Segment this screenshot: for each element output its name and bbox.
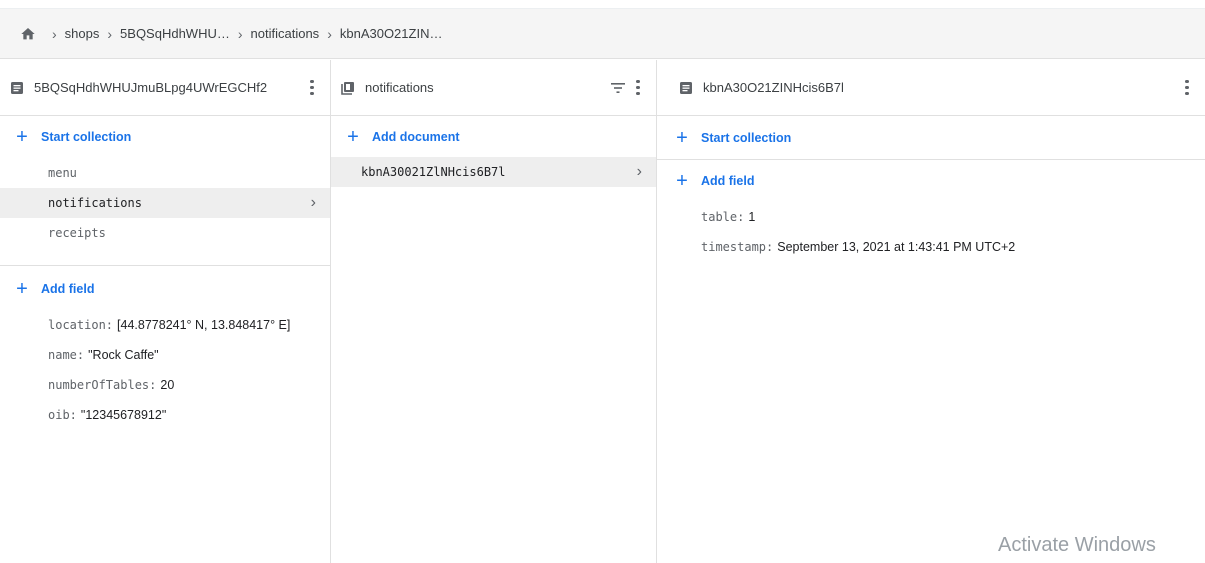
plus-icon: +: [676, 126, 688, 149]
start-collection-button[interactable]: + Start collection: [0, 116, 330, 158]
add-field-button[interactable]: + Add field: [657, 160, 1205, 202]
field-key: name:: [48, 348, 85, 362]
document-panel: kbnA30O21ZINHcis6B7l + Start collection …: [657, 60, 1205, 563]
start-collection-button[interactable]: + Start collection: [657, 116, 1205, 160]
chevron-right-icon: ›: [52, 25, 57, 42]
field-name[interactable]: name: "Rock Caffe": [0, 340, 330, 370]
panel-header: notifications: [331, 60, 656, 116]
panel-title: kbnA30O21ZINHcis6B7l: [703, 80, 844, 95]
start-collection-label: Start collection: [41, 130, 132, 144]
chevron-right-icon: ›: [327, 25, 332, 42]
home-icon[interactable]: [20, 26, 36, 42]
panel-header: kbnA30O21ZINHcis6B7l: [657, 60, 1205, 116]
top-strip: [0, 0, 1205, 9]
plus-icon: +: [347, 126, 359, 148]
start-collection-label: Start collection: [701, 130, 792, 145]
breadcrumb-shop-doc[interactable]: 5BQSqHdhWHU…: [120, 26, 230, 41]
chevron-right-icon: ›: [636, 163, 642, 180]
section-divider: [0, 265, 330, 266]
panel-title: 5BQSqHdhWHUJmuBLpg4UWrEGCHf2: [34, 80, 268, 95]
field-value: "12345678912": [80, 408, 167, 422]
breadcrumb-notifications[interactable]: notifications: [251, 26, 320, 41]
activation-watermark: Activate Windows: [998, 534, 1156, 556]
collection-item-receipts[interactable]: receipts: [0, 218, 330, 248]
document-icon: [680, 81, 692, 94]
field-key: location:: [48, 318, 114, 332]
document-icon: [11, 81, 23, 94]
field-number-of-tables[interactable]: numberOfTables: 20: [0, 370, 330, 400]
data-panels: 5BQSqHdhWHUJmuBLpg4UWrEGCHf2 + Start col…: [0, 60, 1205, 563]
panel-title: notifications: [365, 80, 434, 95]
collection-label: notifications: [48, 196, 142, 210]
chevron-right-icon: ›: [237, 25, 243, 42]
collection-label: receipts: [48, 226, 106, 240]
document-label: kbnA30021ZlNHcis6B7l: [361, 165, 506, 179]
add-field-label: Add field: [41, 282, 95, 296]
add-field-button[interactable]: + Add field: [0, 268, 330, 310]
field-location[interactable]: location: [44.8778241° N, 13.848417° E]: [0, 310, 330, 340]
field-value: September 13, 2021 at 1:43:41 PM UTC+2: [777, 240, 1016, 254]
breadcrumb-shops[interactable]: shops: [65, 26, 100, 41]
field-key: oib:: [48, 408, 77, 422]
document-item[interactable]: kbnA30021ZlNHcis6B7l ›: [331, 157, 656, 187]
add-document-button[interactable]: + Add document: [331, 116, 656, 158]
panel-header: 5BQSqHdhWHUJmuBLpg4UWrEGCHf2: [0, 60, 330, 116]
field-oib[interactable]: oib: "12345678912": [0, 400, 330, 430]
more-options-icon[interactable]: [306, 76, 318, 100]
add-document-label: Add document: [372, 130, 460, 144]
plus-icon: +: [676, 170, 688, 192]
parent-document-panel: 5BQSqHdhWHUJmuBLpg4UWrEGCHf2 + Start col…: [0, 60, 331, 563]
collection-item-notifications[interactable]: notifications ›: [0, 188, 330, 218]
field-value: 1: [748, 210, 756, 224]
field-value: 20: [160, 378, 175, 392]
field-value: [44.8778241° N, 13.848417° E]: [117, 318, 291, 332]
plus-icon: +: [16, 278, 28, 300]
collection-item-menu[interactable]: menu: [0, 158, 330, 188]
filter-icon[interactable]: [610, 82, 626, 94]
collection-icon: [341, 81, 354, 95]
field-key: table:: [701, 210, 745, 224]
chevron-right-icon: ›: [107, 25, 113, 42]
field-table[interactable]: table: 1: [657, 202, 1205, 232]
add-field-label: Add field: [701, 174, 755, 188]
more-options-icon[interactable]: [1181, 76, 1193, 100]
collection-label: menu: [48, 166, 77, 180]
chevron-right-icon: ›: [310, 194, 316, 211]
field-key: timestamp:: [701, 240, 774, 254]
field-key: numberOfTables:: [48, 378, 157, 392]
breadcrumb-notification-doc[interactable]: kbnA30O21ZIN…: [340, 26, 443, 41]
plus-icon: +: [16, 126, 28, 148]
collection-panel: notifications + Add document kbnA30021Zl…: [331, 60, 657, 563]
field-timestamp[interactable]: timestamp: September 13, 2021 at 1:43:41…: [657, 232, 1205, 262]
breadcrumb: › shops › 5BQSqHdhWHU… › notifications ›…: [0, 9, 1205, 59]
field-value: "Rock Caffe": [88, 348, 159, 362]
more-options-icon[interactable]: [632, 76, 644, 100]
